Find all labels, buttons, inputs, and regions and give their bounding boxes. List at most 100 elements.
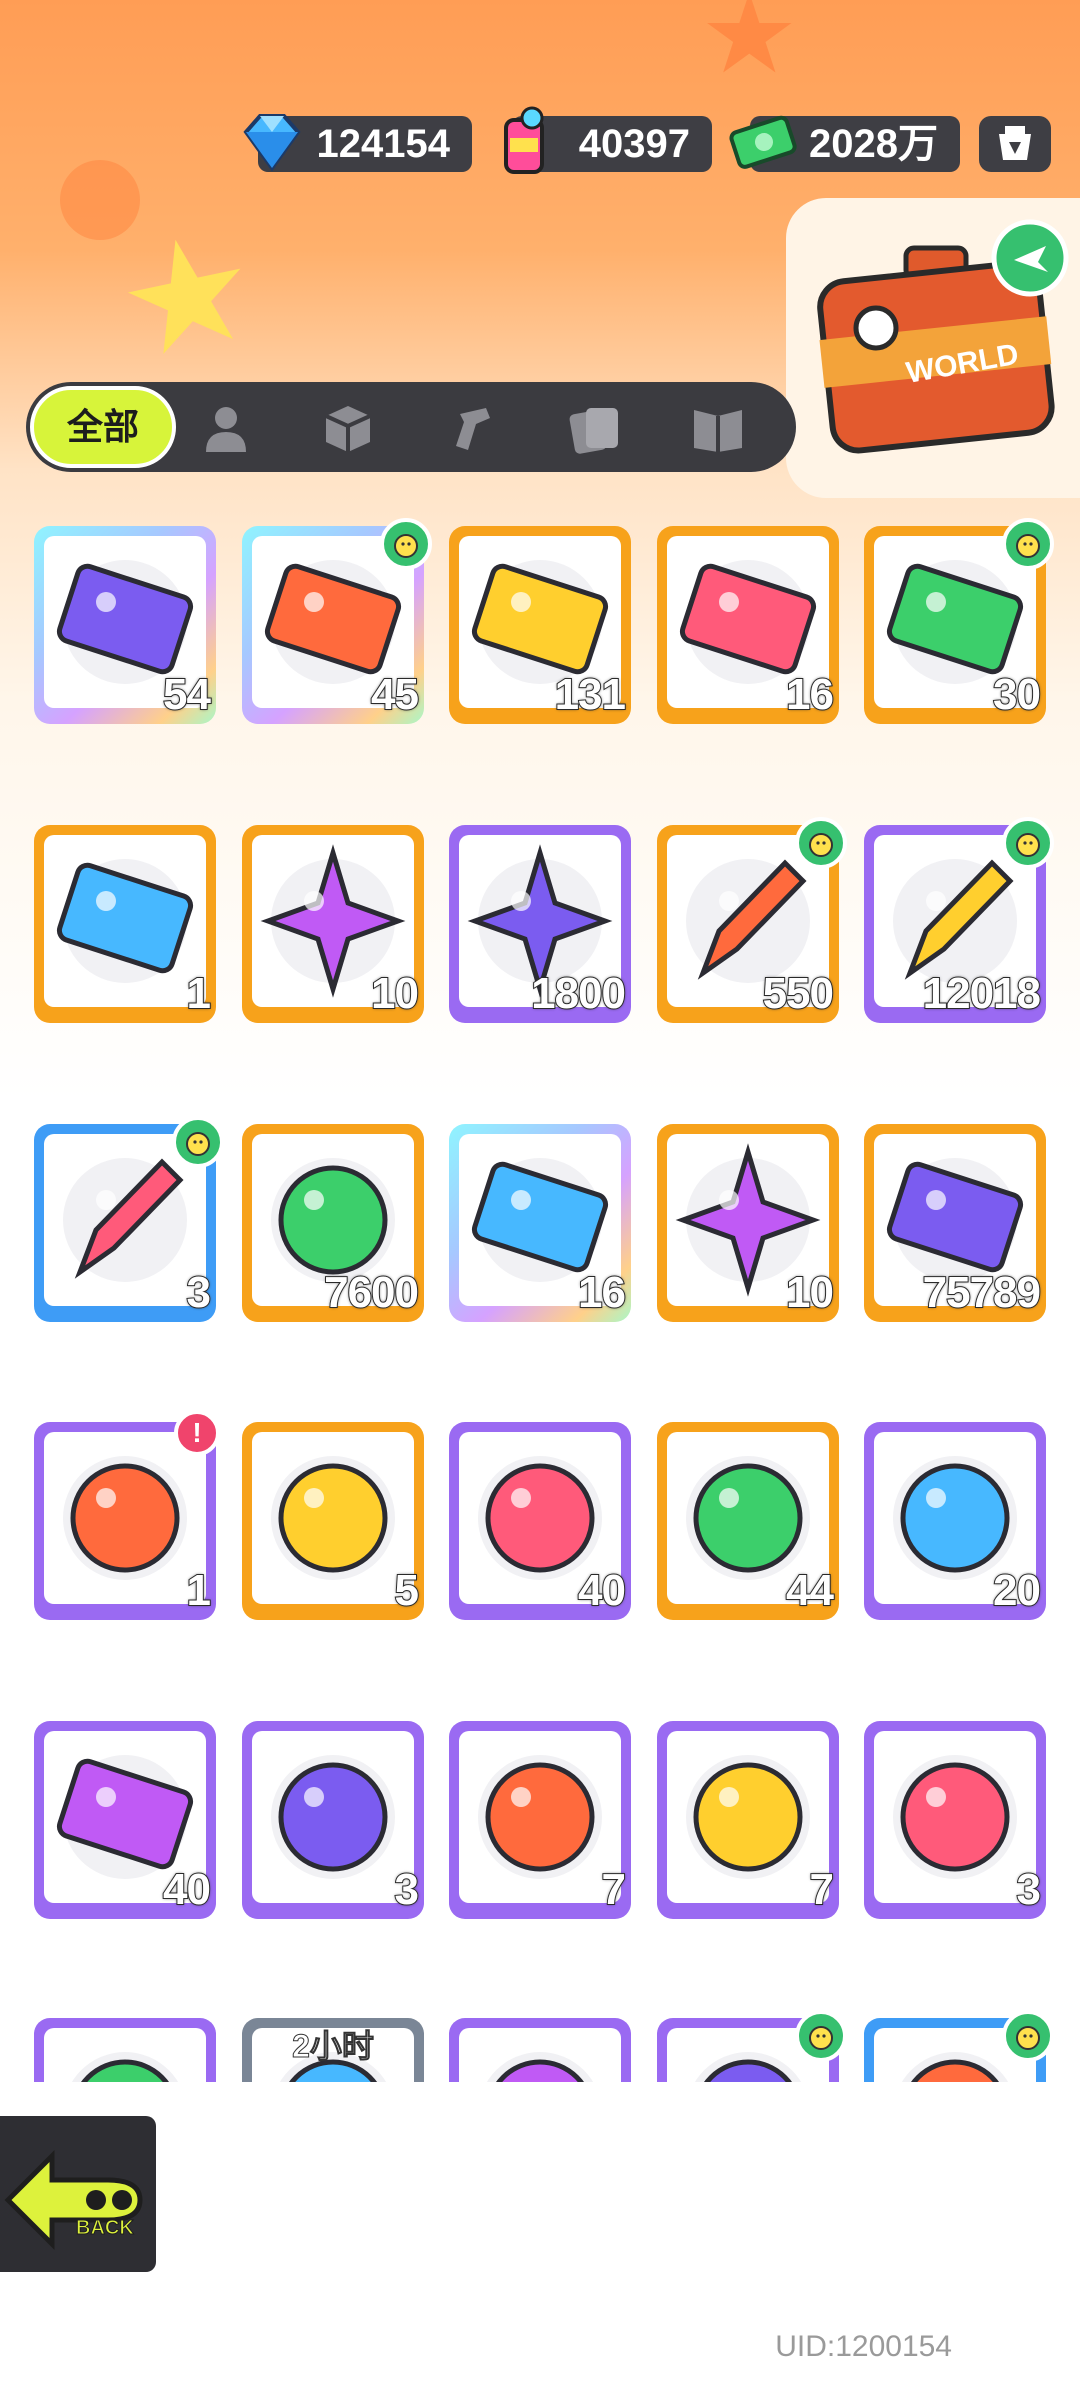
paint-can-icon: [504, 106, 544, 174]
new-chick-badge-icon: [172, 1116, 224, 1168]
item-season-ticket[interactable]: 75789: [864, 1124, 1046, 1322]
item-food-ticket[interactable]: 30: [864, 518, 1054, 724]
item-timer: 2小时: [292, 2028, 375, 2065]
item-purple-ticket[interactable]: 54: [34, 526, 216, 724]
item-quantity: 16: [577, 1267, 627, 1318]
item-quantity: 7: [600, 1864, 627, 1915]
item-quantity: 3: [393, 1864, 420, 1915]
item-fish-orb[interactable]: 7: [449, 1721, 631, 1919]
item-gold-mystery-egg[interactable]: 5: [242, 1422, 424, 1620]
new-chick-badge-icon: [795, 817, 847, 869]
back-label: BACK: [76, 2217, 134, 2239]
item-purple-mystery-egg[interactable]: 40: [449, 1422, 631, 1620]
item-quantity: 44: [785, 1565, 835, 1616]
item-quantity: 10: [370, 968, 420, 1019]
item-jelly-orb[interactable]: 3: [864, 1721, 1046, 1919]
cash-value: 2028万: [809, 122, 938, 166]
item-lottery-ticket[interactable]: 16: [449, 1124, 631, 1322]
item-quantity: 550: [762, 968, 835, 1019]
item-purple-crayon[interactable]: 12018: [864, 817, 1054, 1023]
paint-counter[interactable]: 40397: [504, 106, 712, 174]
new-chick-badge-icon: [795, 2010, 847, 2062]
item-slot: [252, 1432, 414, 1604]
violet-ticket-icon: [56, 859, 194, 983]
item-quantity: 7600: [323, 1267, 420, 1318]
item-yellow-crayon[interactable]: 550: [657, 817, 847, 1023]
new-chick-badge-icon: [1002, 518, 1054, 570]
item-quantity: 20: [992, 1565, 1042, 1616]
item-quantity: 3: [185, 1267, 212, 1318]
item-quantity: 16: [785, 669, 835, 720]
item-quantity: 5: [393, 1565, 420, 1616]
item-cool-box[interactable]: 1!: [34, 1410, 220, 1620]
item-travel-mystery-card[interactable]: 40: [34, 1721, 216, 1919]
back-arrow-icon: BACK: [4, 2149, 143, 2251]
travel-case-panel[interactable]: WORLD: [786, 198, 1080, 498]
item-piranha-orb[interactable]: 7: [657, 1721, 839, 1919]
item-violet-ticket[interactable]: 1: [34, 825, 216, 1023]
item-slot: [874, 1731, 1036, 1903]
new-chick-badge-icon: [1002, 817, 1054, 869]
cash-icon: [729, 115, 797, 169]
box-icon[interactable]: [320, 400, 376, 456]
item-slot: [44, 1432, 206, 1604]
item-blue-crayon[interactable]: 3: [34, 1116, 224, 1322]
item-quantity: 131: [554, 669, 627, 720]
paint-value: 40397: [578, 122, 690, 166]
item-purple-deity-coin[interactable]: 20: [864, 1422, 1046, 1620]
diamond-icon: [243, 114, 301, 172]
item-lion-dance-ticket[interactable]: 45: [242, 518, 432, 724]
item-quantity: 1: [185, 968, 212, 1019]
spray-icon[interactable]: [446, 400, 502, 456]
item-quantity: 40: [162, 1864, 212, 1915]
diamond-value: 124154: [316, 122, 450, 166]
user-id: UID:1200154: [775, 2330, 952, 2363]
item-blue-crystal-star[interactable]: 1800: [449, 825, 631, 1023]
item-quantity: 3: [1015, 1864, 1042, 1915]
item-quantity: 10: [785, 1267, 835, 1318]
jelly-orb-icon: [893, 1755, 1017, 1879]
item-slot: [44, 835, 206, 1007]
alert-badge: !: [174, 1410, 220, 1456]
cash-counter[interactable]: 2028万: [729, 115, 960, 172]
cards-icon[interactable]: [566, 400, 622, 456]
new-chick-badge-icon: [380, 518, 432, 570]
item-quantity: 7: [808, 1864, 835, 1915]
diamond-counter[interactable]: 124154: [243, 114, 472, 172]
fish-orb-icon: [478, 1755, 602, 1879]
category-tabs: 全部: [26, 382, 796, 472]
item-quantity: 40: [577, 1565, 627, 1616]
person-icon[interactable]: [198, 400, 254, 456]
item-quantity: 30: [992, 669, 1042, 720]
travel-case-icon: WORLD: [817, 219, 1069, 454]
item-yellow-ticket[interactable]: 131: [449, 526, 631, 724]
item-quantity: 54: [162, 669, 212, 720]
background-star-decoration: ★: [104, 198, 271, 392]
background-star-decoration: ★: [700, 0, 799, 96]
item-monster-orb[interactable]: 3: [242, 1721, 424, 1919]
item-star-badge[interactable]: 10: [657, 1124, 839, 1322]
item-gold-deity-coin[interactable]: 44: [657, 1422, 839, 1620]
piranha-orb-icon: [686, 1755, 810, 1879]
item-character-ticket[interactable]: 16: [657, 526, 839, 724]
item-slot: [252, 1731, 414, 1903]
item-rainbow-leaf-star[interactable]: 10: [242, 825, 424, 1023]
tab-all[interactable]: 全部: [30, 386, 176, 468]
book-icon[interactable]: [690, 400, 746, 456]
item-quantity: 75789: [922, 1267, 1042, 1318]
item-slot: [667, 1731, 829, 1903]
gold-mystery-egg-icon: [271, 1456, 395, 1580]
item-quantity: 1: [185, 1565, 212, 1616]
back-button[interactable]: BACK: [0, 2112, 160, 2276]
lantern-icon: [999, 126, 1031, 160]
new-chick-badge-icon: [1002, 2010, 1054, 2062]
lantern-button[interactable]: [979, 116, 1051, 172]
background-blob: [60, 160, 140, 240]
monster-orb-icon: [271, 1755, 395, 1879]
item-quantity: 12018: [922, 968, 1042, 1019]
item-quantity: 45: [370, 669, 420, 720]
item-cool-coin[interactable]: 7600: [242, 1124, 424, 1322]
item-slot: [459, 1731, 621, 1903]
item-quantity: 1800: [530, 968, 627, 1019]
cool-box-icon: [63, 1456, 187, 1580]
